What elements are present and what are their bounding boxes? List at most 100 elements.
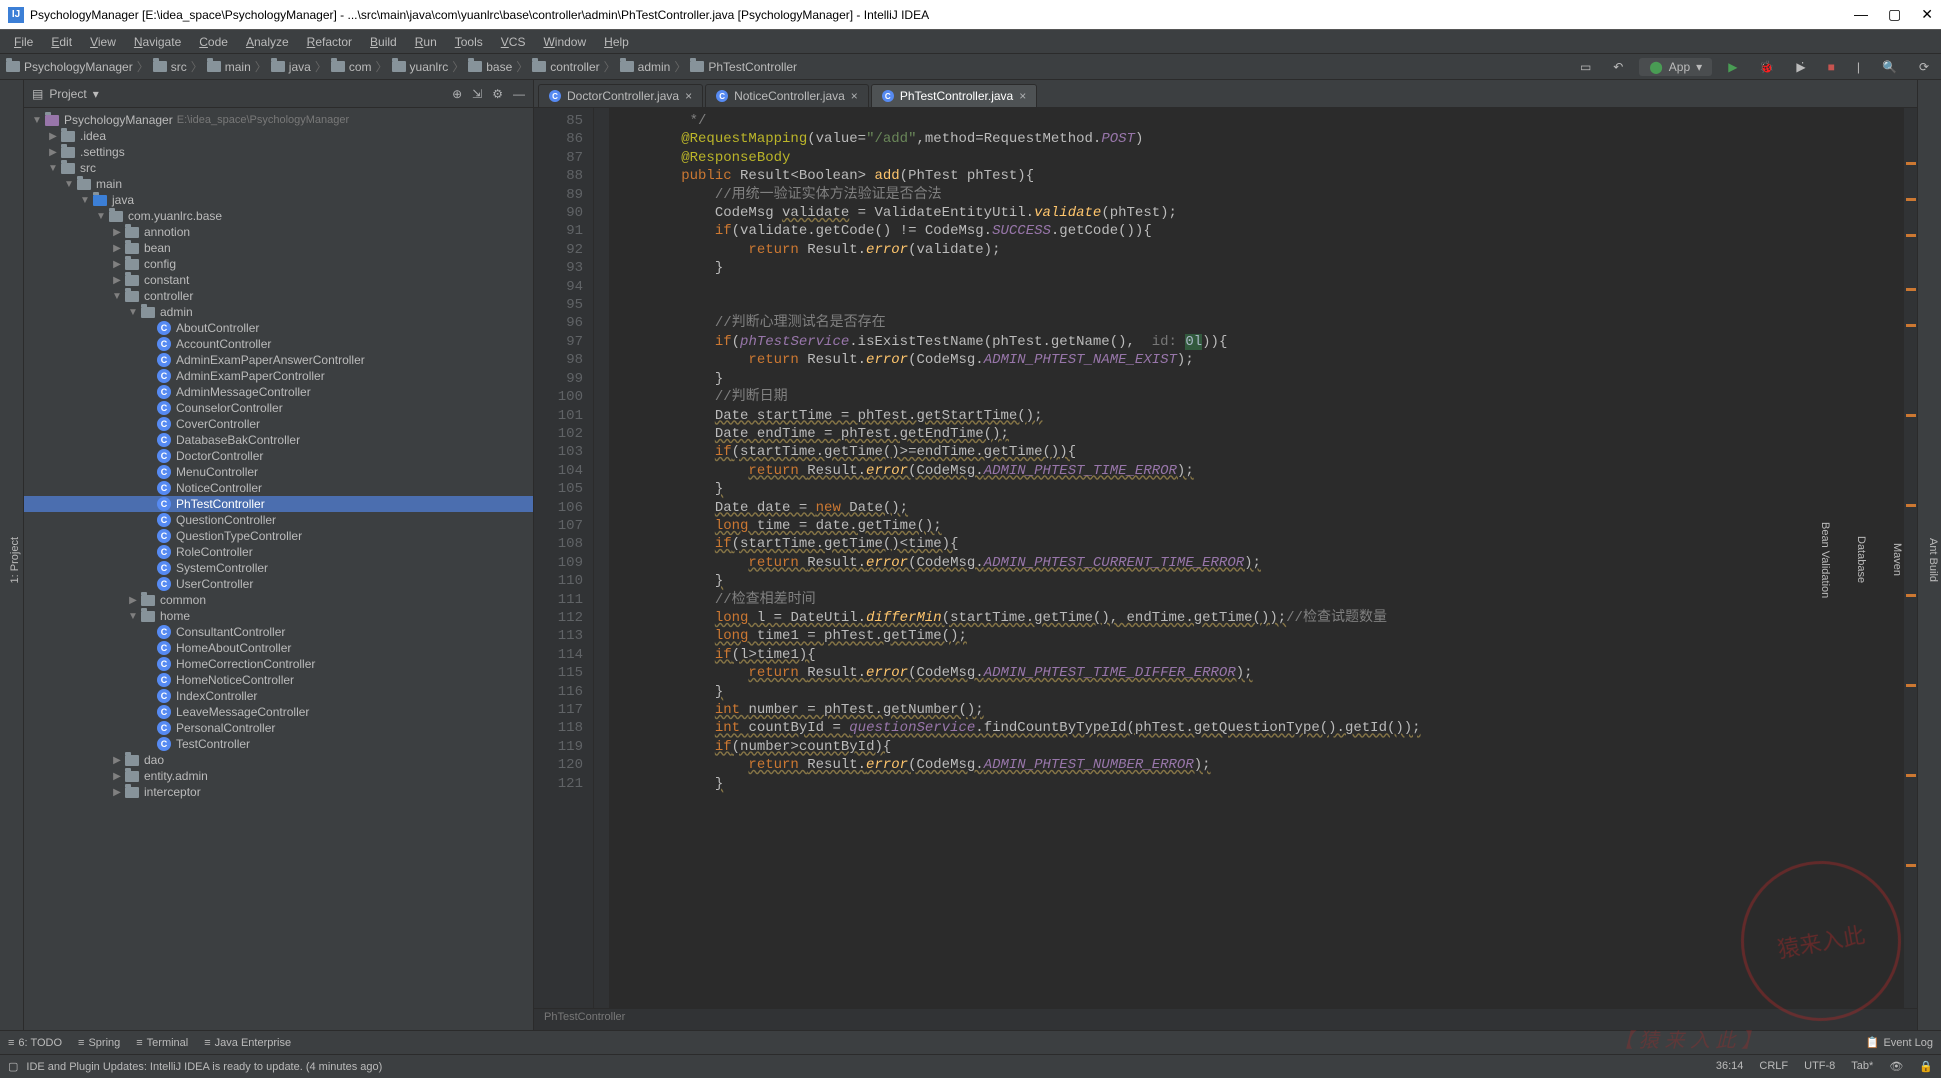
tree-item-bean[interactable]: ▶bean	[24, 240, 533, 256]
tree-item-personalcontroller[interactable]: CPersonalController	[24, 720, 533, 736]
tree-item-questiontypecontroller[interactable]: CQuestionTypeController	[24, 528, 533, 544]
editor-breadcrumb[interactable]: PhTestController	[534, 1008, 1917, 1030]
breadcrumb-controller[interactable]: controller	[532, 60, 599, 74]
tree-item-settings[interactable]: ▶.settings	[24, 144, 533, 160]
tree-item-adminexampaperanswercontroller[interactable]: CAdminExamPaperAnswerController	[24, 352, 533, 368]
tree-item-questioncontroller[interactable]: CQuestionController	[24, 512, 533, 528]
project-tree[interactable]: ▼PsychologyManagerE:\idea_space\Psycholo…	[24, 108, 533, 1030]
breadcrumb-base[interactable]: base	[468, 60, 512, 74]
tree-item-adminmessagecontroller[interactable]: CAdminMessageController	[24, 384, 533, 400]
menu-help[interactable]: Help	[596, 33, 637, 51]
tree-item-java[interactable]: ▼java	[24, 192, 533, 208]
bottom-tool-javaenterprise[interactable]: ≡ Java Enterprise	[204, 1037, 291, 1049]
tree-item-homenoticecontroller[interactable]: CHomeNoticeController	[24, 672, 533, 688]
tree-item-adminexampapercontroller[interactable]: CAdminExamPaperController	[24, 368, 533, 384]
right-tool-beanvalidation[interactable]: Bean Validation	[1817, 520, 1833, 600]
tree-item-homecorrectioncontroller[interactable]: CHomeCorrectionController	[24, 656, 533, 672]
menu-tools[interactable]: Tools	[447, 33, 491, 51]
tree-item-psychologymanager[interactable]: ▼PsychologyManagerE:\idea_space\Psycholo…	[24, 112, 533, 128]
tree-item-counselorcontroller[interactable]: CCounselorController	[24, 400, 533, 416]
run-button[interactable]: ▶	[1722, 58, 1743, 76]
fold-gutter[interactable]	[594, 108, 610, 1008]
tree-item-constant[interactable]: ▶constant	[24, 272, 533, 288]
tree-item-annotion[interactable]: ▶annotion	[24, 224, 533, 240]
tree-item-dao[interactable]: ▶dao	[24, 752, 533, 768]
indent-info[interactable]: Tab*	[1851, 1060, 1873, 1073]
settings-icon[interactable]: ⚙	[492, 87, 503, 101]
hide-icon[interactable]: —	[513, 87, 525, 101]
search-button[interactable]: 🔍	[1876, 58, 1903, 76]
menu-vcs[interactable]: VCS	[493, 33, 534, 51]
tree-item-indexcontroller[interactable]: CIndexController	[24, 688, 533, 704]
tree-item-home[interactable]: ▼home	[24, 608, 533, 624]
tree-item-usercontroller[interactable]: CUserController	[24, 576, 533, 592]
maximize-button[interactable]: ▢	[1888, 6, 1901, 23]
tree-item-consultantcontroller[interactable]: CConsultantController	[24, 624, 533, 640]
menu-code[interactable]: Code	[191, 33, 236, 51]
tree-item-controller[interactable]: ▼controller	[24, 288, 533, 304]
status-icon[interactable]: ▢	[8, 1060, 18, 1073]
menu-navigate[interactable]: Navigate	[126, 33, 189, 51]
run-config-selector[interactable]: ⬤ App ▾	[1639, 58, 1712, 76]
event-log-button[interactable]: 📋 Event Log	[1866, 1036, 1933, 1049]
tab-noticecontroller[interactable]: CNoticeController.java×	[705, 84, 869, 107]
tab-doctorcontroller[interactable]: CDoctorController.java×	[538, 84, 703, 107]
right-tool-antbuild[interactable]: Ant Build	[1925, 536, 1941, 584]
update-button[interactable]: ⟳	[1913, 58, 1935, 76]
tree-item-entityadmin[interactable]: ▶entity.admin	[24, 768, 533, 784]
line-separator[interactable]: CRLF	[1759, 1060, 1788, 1073]
tree-item-idea[interactable]: ▶.idea	[24, 128, 533, 144]
breadcrumb-com[interactable]: com	[331, 60, 372, 74]
back-icon[interactable]: ↶	[1607, 58, 1629, 76]
tree-item-noticecontroller[interactable]: CNoticeController	[24, 480, 533, 496]
right-tool-database[interactable]: Database	[1853, 534, 1869, 585]
tree-item-comyuanlrcbase[interactable]: ▼com.yuanlrc.base	[24, 208, 533, 224]
close-tab-icon[interactable]: ×	[1019, 89, 1026, 103]
tree-item-systemcontroller[interactable]: CSystemController	[24, 560, 533, 576]
tab-phtestcontroller[interactable]: CPhTestController.java×	[871, 84, 1037, 107]
bottom-tool-terminal[interactable]: ≡ Terminal	[136, 1037, 188, 1049]
tree-item-covercontroller[interactable]: CCoverController	[24, 416, 533, 432]
locate-icon[interactable]: ⊕	[452, 87, 462, 101]
tree-item-main[interactable]: ▼main	[24, 176, 533, 192]
lock-icon[interactable]: 🔒	[1919, 1060, 1933, 1073]
tree-item-testcontroller[interactable]: CTestController	[24, 736, 533, 752]
breadcrumb-phtestcontroller[interactable]: PhTestController	[690, 60, 797, 74]
tree-item-aboutcontroller[interactable]: CAboutController	[24, 320, 533, 336]
marker-strip[interactable]	[1903, 108, 1917, 1008]
menu-file[interactable]: File	[6, 33, 41, 51]
inspection-icon[interactable]: 👁	[1889, 1060, 1903, 1073]
menu-refactor[interactable]: Refactor	[299, 33, 360, 51]
menu-run[interactable]: Run	[407, 33, 445, 51]
collapse-icon[interactable]: ⇲	[472, 87, 482, 101]
minimize-button[interactable]: —	[1854, 6, 1868, 23]
coverage-button[interactable]: ▶̇	[1790, 58, 1811, 76]
breadcrumb-psychologymanager[interactable]: PsychologyManager	[6, 60, 133, 74]
breadcrumb-admin[interactable]: admin	[620, 60, 671, 74]
code-editor[interactable]: */ @RequestMapping(value="/add",method=R…	[610, 108, 1903, 1008]
tree-item-common[interactable]: ▶common	[24, 592, 533, 608]
stop-button[interactable]: ■	[1822, 58, 1841, 76]
tree-item-menucontroller[interactable]: CMenuController	[24, 464, 533, 480]
tree-item-leavemessagecontroller[interactable]: CLeaveMessageController	[24, 704, 533, 720]
tree-item-accountcontroller[interactable]: CAccountController	[24, 336, 533, 352]
menu-analyze[interactable]: Analyze	[238, 33, 297, 51]
tree-item-rolecontroller[interactable]: CRoleController	[24, 544, 533, 560]
left-tool-project[interactable]: 1: Project	[7, 535, 23, 585]
breadcrumb-main[interactable]: main	[207, 60, 251, 74]
tree-item-interceptor[interactable]: ▶interceptor	[24, 784, 533, 800]
close-tab-icon[interactable]: ×	[685, 89, 692, 103]
menu-window[interactable]: Window	[535, 33, 594, 51]
tree-item-phtestcontroller[interactable]: CPhTestController	[24, 496, 533, 512]
close-tab-icon[interactable]: ×	[851, 89, 858, 103]
debug-button[interactable]: 🐞	[1753, 58, 1780, 76]
bottom-tool-spring[interactable]: ≡ Spring	[78, 1037, 120, 1049]
tree-item-src[interactable]: ▼src	[24, 160, 533, 176]
breadcrumb-java[interactable]: java	[271, 60, 311, 74]
menu-edit[interactable]: Edit	[43, 33, 80, 51]
menu-build[interactable]: Build	[362, 33, 405, 51]
caret-position[interactable]: 36:14	[1716, 1060, 1744, 1073]
project-view-selector[interactable]: ▾	[93, 87, 99, 101]
breadcrumb-src[interactable]: src	[153, 60, 187, 74]
file-encoding[interactable]: UTF-8	[1804, 1060, 1835, 1073]
